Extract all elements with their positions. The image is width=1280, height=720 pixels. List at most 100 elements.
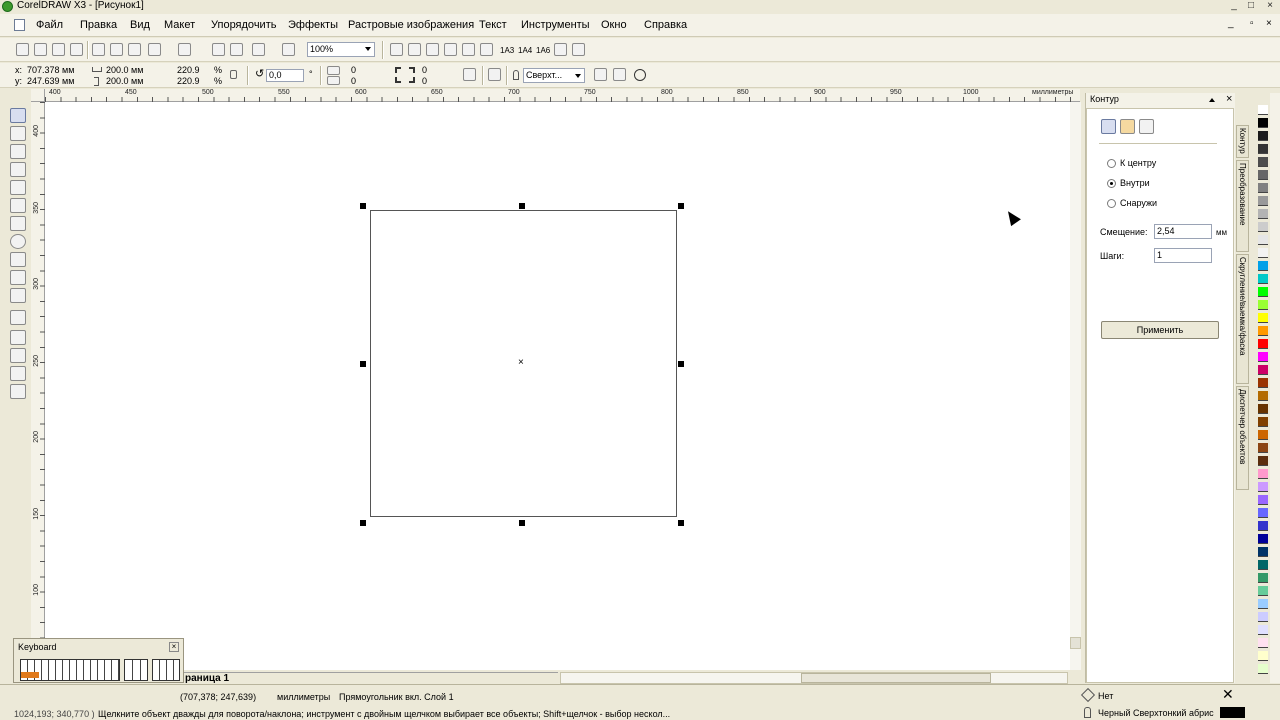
scale-height-field[interactable]: 220.9 [175, 76, 209, 87]
corel-online-icon[interactable] [282, 43, 295, 56]
steps-field[interactable]: 1 [1154, 248, 1212, 263]
interactive-blend-tool-icon[interactable] [10, 310, 26, 325]
palette-swatch[interactable] [1258, 391, 1268, 401]
palette-swatch[interactable] [1258, 456, 1268, 466]
spiral-icon[interactable] [462, 43, 475, 56]
selection-handle[interactable] [360, 203, 366, 209]
interactive-fill-tool-icon[interactable] [10, 384, 26, 399]
palette-swatch[interactable] [1258, 495, 1268, 505]
rotation-angle-field[interactable]: 0,0 [266, 69, 304, 82]
palette-swatch[interactable] [1258, 560, 1268, 570]
palette-swatch[interactable] [1258, 248, 1268, 258]
print-icon[interactable] [70, 43, 83, 56]
vertical-scrollbar[interactable] [1070, 102, 1081, 670]
palette-swatch[interactable] [1258, 651, 1268, 661]
text-tool-icon[interactable] [10, 288, 26, 303]
menu-bitmaps[interactable]: Растровые изображения [348, 19, 474, 32]
tab-transform[interactable]: Преобразование [1236, 160, 1249, 252]
palette-swatch[interactable] [1258, 144, 1268, 154]
options-icon[interactable] [480, 43, 493, 56]
selection-handle[interactable] [678, 361, 684, 367]
menu-tools[interactable]: Инструменты [521, 19, 590, 32]
star-icon[interactable] [444, 43, 457, 56]
align-icon[interactable] [572, 43, 585, 56]
offset-field[interactable]: 2,54 [1154, 224, 1212, 239]
scroll-thumb[interactable] [801, 673, 991, 683]
selection-handle[interactable] [360, 361, 366, 367]
palette-swatch[interactable] [1258, 521, 1268, 531]
to-back-icon[interactable] [613, 68, 626, 81]
tab-contour[interactable]: Контур [1236, 125, 1249, 158]
palette-swatch[interactable] [1258, 209, 1268, 219]
palette-swatch[interactable] [1258, 261, 1268, 271]
copy-icon[interactable] [110, 43, 123, 56]
palette-swatch[interactable] [1258, 300, 1268, 310]
wrap-text-icon[interactable] [488, 68, 501, 81]
page-tab[interactable]: раница 1 [185, 673, 229, 684]
width-field[interactable]: 200.0 мм [104, 65, 166, 76]
palette-swatch[interactable] [1258, 196, 1268, 206]
menu-file[interactable]: Файл [36, 19, 63, 32]
open-icon[interactable] [34, 43, 47, 56]
palette-swatch[interactable] [1258, 170, 1268, 180]
zoom-tool-icon[interactable] [10, 162, 26, 177]
palette-swatch[interactable] [1258, 612, 1268, 622]
palette-swatch[interactable] [1258, 638, 1268, 648]
application-launcher-icon[interactable] [252, 43, 265, 56]
selection-handle[interactable] [678, 520, 684, 526]
outline-tool-icon[interactable] [10, 348, 26, 363]
corner-radius-bottom-right[interactable]: 0 [420, 76, 458, 87]
contour-inside-icon[interactable] [1120, 119, 1135, 134]
smart-fill-tool-icon[interactable] [10, 198, 26, 213]
doc-close-button[interactable]: × [1266, 18, 1272, 29]
close-button[interactable]: × [1262, 0, 1278, 12]
minimize-button[interactable]: _ [1226, 0, 1242, 12]
palette-swatch[interactable] [1258, 482, 1268, 492]
menu-window[interactable]: Окно [601, 19, 627, 32]
palette-swatch[interactable] [1258, 586, 1268, 596]
docker-close-icon[interactable]: × [1226, 93, 1232, 105]
tab-object-manager[interactable]: Диспетчер объектов [1236, 386, 1249, 490]
menu-edit[interactable]: Правка [80, 19, 117, 32]
crop-tool-icon[interactable] [10, 144, 26, 159]
shape-tool-icon[interactable] [10, 126, 26, 141]
palette-swatch[interactable] [1258, 417, 1268, 427]
rectangle-tool-icon[interactable] [10, 216, 26, 231]
freehand-tool-icon[interactable] [10, 180, 26, 195]
convert-to-curves-icon[interactable] [634, 69, 646, 81]
palette-swatch[interactable] [1258, 664, 1268, 674]
ruler-origin[interactable] [31, 89, 45, 102]
palette-swatch[interactable] [1258, 508, 1268, 518]
delete-icon[interactable] [554, 43, 567, 56]
text-icon-1a4[interactable]: 1A4 [518, 45, 532, 56]
corner-radius-bottom-left[interactable]: 0 [349, 76, 387, 87]
collapse-icon[interactable] [1209, 98, 1215, 102]
import-icon[interactable] [212, 43, 225, 56]
palette-swatch[interactable] [1258, 131, 1268, 141]
height-field[interactable]: 200.0 мм [104, 76, 166, 87]
undo-icon[interactable] [148, 43, 161, 56]
ellipse-tool-icon[interactable] [10, 234, 26, 249]
save-icon[interactable] [52, 43, 65, 56]
palette-swatch[interactable] [1258, 625, 1268, 635]
palette-swatch[interactable] [1258, 157, 1268, 167]
apply-button[interactable]: Применить [1101, 321, 1219, 339]
selection-handle[interactable] [360, 520, 366, 526]
palette-swatch[interactable] [1258, 599, 1268, 609]
palette-swatch[interactable] [1258, 222, 1268, 232]
pick-tool-icon[interactable] [10, 108, 26, 123]
palette-swatch[interactable] [1258, 105, 1268, 115]
fill-tool-icon[interactable] [10, 366, 26, 381]
doc-restore-button[interactable]: ▫ [1250, 18, 1254, 29]
text-icon-1a3[interactable]: 1A3 [500, 45, 514, 56]
menu-view[interactable]: Вид [130, 19, 150, 32]
palette-swatch[interactable] [1258, 573, 1268, 583]
palette-swatch[interactable] [1258, 287, 1268, 297]
round-corners-together-icon[interactable] [463, 68, 476, 81]
palette-swatch[interactable] [1258, 430, 1268, 440]
menu-help[interactable]: Справка [644, 19, 687, 32]
palette-swatch[interactable] [1258, 339, 1268, 349]
lock-ratio-icon[interactable] [230, 70, 237, 79]
palette-swatch[interactable] [1258, 469, 1268, 479]
selection-handle[interactable] [519, 520, 525, 526]
